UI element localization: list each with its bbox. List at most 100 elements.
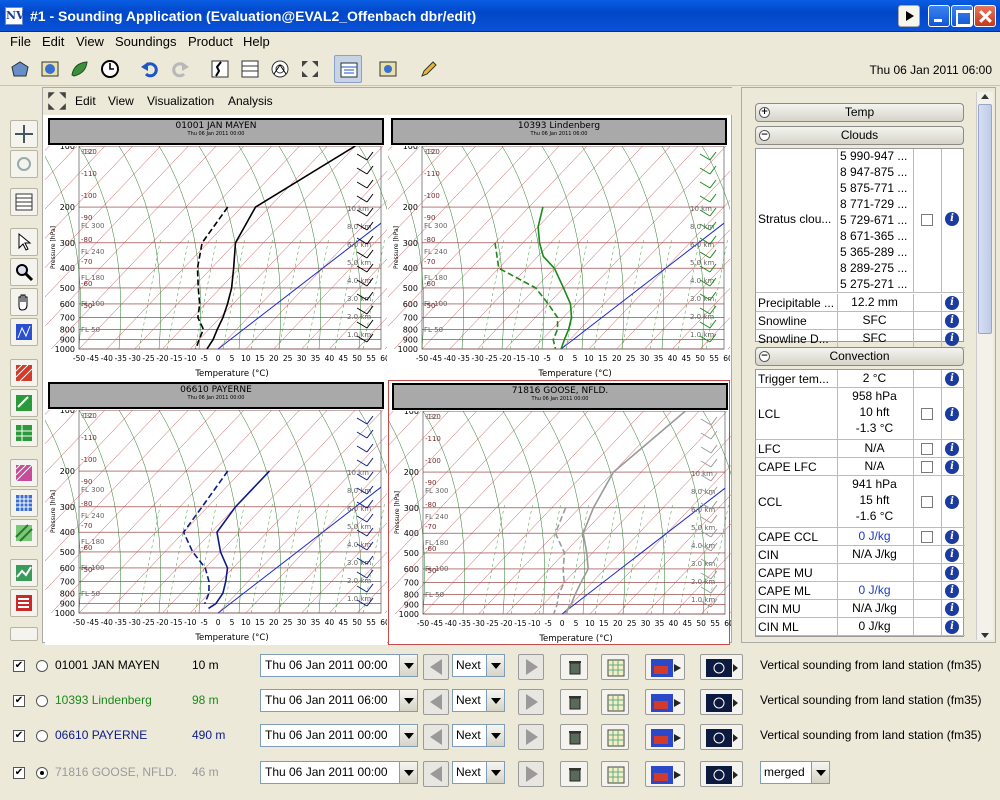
station-button[interactable] [374,55,402,83]
profile-button[interactable] [206,55,234,83]
station-checkbox[interactable]: ✔ [13,660,25,672]
chevron-down-icon[interactable] [486,690,504,711]
scroll-down-icon[interactable] [981,633,989,638]
next-button[interactable] [518,761,544,787]
edit-button[interactable] [414,55,442,83]
info-icon[interactable]: i [945,602,959,616]
menu-file[interactable]: File [10,34,31,49]
plot-menu-view[interactable]: View [108,94,134,108]
info-icon[interactable]: i [945,620,959,634]
station-radio[interactable] [36,730,48,742]
station-checkbox[interactable]: ✔ [13,730,25,742]
previous-button[interactable] [423,689,449,715]
plot-menu-visualization[interactable]: Visualization [147,94,214,108]
time-dropdown[interactable]: Thu 06 Jan 2011 00:00 [260,761,418,784]
maximize-button[interactable] [951,5,973,27]
layout-button[interactable] [296,55,324,83]
chevron-down-icon[interactable] [399,690,417,711]
info-icon[interactable]: i [945,566,959,580]
row-checkbox[interactable] [921,496,933,508]
chevron-down-icon[interactable] [486,725,504,746]
step-dropdown[interactable]: Next [452,689,505,712]
select-tool[interactable] [10,228,38,256]
hatch-tool-3[interactable] [10,419,38,447]
skewt-chart[interactable]: 1002003004005006007008009001000-120-110-… [45,410,387,645]
profile-export-button[interactable] [700,689,743,715]
next-button[interactable] [518,689,544,715]
info-icon[interactable]: i [945,460,959,474]
previous-button[interactable] [423,654,449,680]
grid-tool-3[interactable] [10,519,38,547]
row-checkbox[interactable] [921,443,933,455]
undo-button[interactable] [136,55,164,83]
menu-help[interactable]: Help [243,34,270,49]
station-checkbox[interactable]: ✔ [13,767,25,779]
row-checkbox[interactable] [921,408,933,420]
info-icon[interactable]: i [945,212,959,226]
minimize-button[interactable] [928,5,950,27]
info-icon[interactable]: i [945,530,959,544]
extra-tool[interactable] [10,627,38,641]
section-temp[interactable]: + Temp [755,103,964,122]
skewt-chart[interactable]: 1002003004005006007008009001000-120-110-… [388,146,730,381]
profile-export-button[interactable] [700,654,743,680]
info-icon[interactable]: i [945,407,959,421]
grid-view-button[interactable] [334,55,362,83]
move-tool[interactable] [10,120,38,148]
info-icon[interactable]: i [945,296,959,310]
info-icon[interactable]: i [945,584,959,598]
four-panel-icon[interactable] [46,90,68,112]
next-button[interactable] [518,724,544,750]
sounding-panel-1[interactable]: 01001 JAN MAYEN Thu 06 Jan 2011 00:00 10… [45,116,387,381]
menu-edit[interactable]: Edit [42,34,64,49]
load-button[interactable] [36,55,64,83]
time-dropdown[interactable]: Thu 06 Jan 2011 00:00 [260,724,418,747]
previous-button[interactable] [423,724,449,750]
menu-product[interactable]: Product [188,34,233,49]
delete-button[interactable] [560,654,588,680]
sounding-panel-2[interactable]: 10393 Lindenberg Thu 06 Jan 2011 06:00 1… [388,116,730,381]
delete-button[interactable] [560,689,588,715]
chevron-down-icon[interactable] [399,655,417,676]
profile-export-button[interactable] [700,724,743,750]
scroll-up-icon[interactable] [981,94,989,99]
grid-overlay-button[interactable] [601,654,629,680]
sounding-panel-3[interactable]: 06610 PAYERNE Thu 06 Jan 2011 00:00 100 2… [45,380,387,645]
chevron-down-icon[interactable] [399,762,417,783]
time-dropdown[interactable]: Thu 06 Jan 2011 06:00 [260,689,418,712]
export-button[interactable] [645,724,685,750]
hodograph-button[interactable] [266,55,294,83]
zoom-tool[interactable] [10,258,38,286]
chart-tool[interactable] [10,318,38,346]
time-button[interactable] [96,55,124,83]
redo-button[interactable] [166,55,194,83]
plot-menu-edit[interactable]: Edit [75,94,96,108]
map-button[interactable] [66,55,94,83]
next-button[interactable] [518,654,544,680]
menu-soundings[interactable]: Soundings [115,34,176,49]
export-button[interactable] [645,761,685,787]
time-dropdown[interactable]: Thu 06 Jan 2011 00:00 [260,654,418,677]
skewt-chart[interactable]: 1002003004005006007008009001000-120-110-… [389,411,731,646]
rotate-tool[interactable] [10,150,38,178]
station-radio[interactable] [36,660,48,672]
chevron-down-icon[interactable] [486,762,504,783]
profile-export-button[interactable] [700,761,743,787]
info-icon[interactable]: i [945,372,959,386]
grid-overlay-button[interactable] [601,689,629,715]
row-checkbox[interactable] [921,531,933,543]
section-convection[interactable]: − Convection [755,347,964,366]
grid-tool-2[interactable] [10,489,38,517]
hatch-tool-2[interactable] [10,389,38,417]
station-checkbox[interactable]: ✔ [13,695,25,707]
open-button[interactable] [6,55,34,83]
chevron-down-icon[interactable] [486,655,504,676]
step-dropdown[interactable]: Next [452,724,505,747]
row-checkbox[interactable] [921,461,933,473]
menu-view[interactable]: View [76,34,104,49]
table-button[interactable] [236,55,264,83]
vertical-scrollbar[interactable] [976,92,993,640]
pan-tool[interactable] [10,288,38,316]
station-radio[interactable] [36,767,48,779]
info-icon[interactable]: i [945,314,959,328]
